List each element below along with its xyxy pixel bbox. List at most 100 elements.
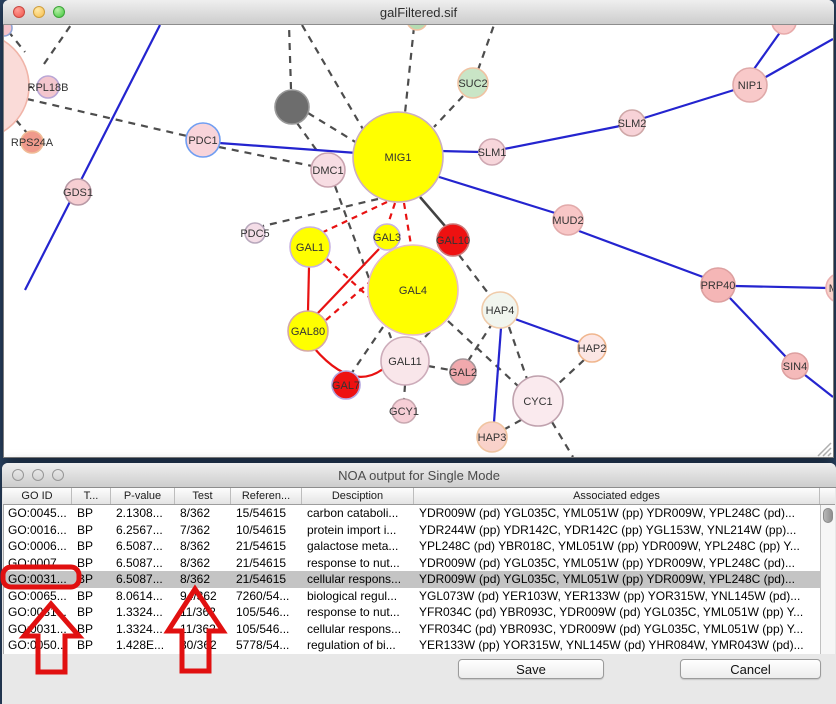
node-HAP2-label: HAP2 <box>578 343 607 355</box>
cell-desciption: response to nut... <box>303 604 415 621</box>
cell-desciption: cellular respons... <box>303 571 415 588</box>
cell-test: 8/362 <box>176 571 232 588</box>
cell-p_value: 8.0614... <box>112 588 176 605</box>
table-row[interactable]: GO:0065...BP8.0614...94/3627260/54...bio… <box>4 588 820 605</box>
cell-associated_edges: YDR009W (pd) YGL035C, YML051W (pp) YDR00… <box>415 555 820 572</box>
network-window-titlebar[interactable]: galFiltered.sif <box>3 0 834 25</box>
node-SIN4-label: SIN4 <box>783 361 807 373</box>
table-row[interactable]: GO:0031...BP1.3324...11/362105/546...res… <box>4 604 820 621</box>
cell-reference: 21/54615 <box>232 571 303 588</box>
save-button[interactable]: Save <box>458 659 604 679</box>
table-row[interactable]: GO:0031...BP1.3324...11/362105/546...cel… <box>4 621 820 638</box>
table-row[interactable]: GO:0045...BP2.1308...8/36215/54615carbon… <box>4 505 820 522</box>
graph-edge <box>494 328 501 422</box>
cell-go_id: GO:0016... <box>4 522 73 539</box>
noa-output-window: NOA output for Single Mode GO IDT...P-va… <box>2 463 836 704</box>
cell-test: 80/362 <box>176 637 232 654</box>
graph-edge <box>509 327 527 379</box>
noa-window-titlebar[interactable]: NOA output for Single Mode <box>2 463 836 488</box>
graph-edge <box>16 120 27 133</box>
network-canvas[interactable]: RPL18BRPS24AGDS1PDC1DMC1MIG1SUC2SLM1NIP1… <box>3 25 834 458</box>
graph-edge <box>552 422 573 457</box>
cell-go_id: GO:0031... <box>4 604 73 621</box>
graph-edge <box>289 25 291 89</box>
node-GDS1-label: GDS1 <box>63 187 93 199</box>
node-GAL10-label: GAL10 <box>436 235 470 247</box>
graph-edge <box>308 267 309 311</box>
cell-associated_edges: YDR009W (pd) YGL035C, YML051W (pp) YDR00… <box>415 571 820 588</box>
minimize-button[interactable] <box>33 6 45 18</box>
cell-test: 8/362 <box>176 555 232 572</box>
node-large-left[interactable] <box>4 33 29 139</box>
cell-p_value: 2.1308... <box>112 505 176 522</box>
cell-reference: 15/54615 <box>232 505 303 522</box>
inactive-traffic-lights <box>12 463 64 487</box>
resize-grip[interactable] <box>818 443 831 456</box>
scrollbar-thumb[interactable] <box>823 508 833 523</box>
cell-associated_edges: YER133W (pp) YOR315W, YNL145W (pd) YHR08… <box>415 637 820 654</box>
node-MSN-clipped-label: MSN <box>829 283 833 295</box>
node-CYC1-label: CYC1 <box>523 396 552 408</box>
cell-reference: 10/54615 <box>232 522 303 539</box>
close-button[interactable] <box>12 469 24 481</box>
graph-edge <box>351 327 383 374</box>
cell-test: 8/362 <box>176 505 232 522</box>
node-green-top[interactable] <box>407 25 427 30</box>
cell-go_id: GO:0065... <box>4 588 73 605</box>
node-DMC1-label: DMC1 <box>312 165 343 177</box>
graph-edge <box>405 27 414 113</box>
cell-type: BP <box>73 571 112 588</box>
graph-edge <box>219 147 312 166</box>
minimize-button[interactable] <box>32 469 44 481</box>
graph-edge <box>515 319 579 342</box>
table-row[interactable]: GO:0007...BP6.5087...8/36221/54615respon… <box>4 555 820 572</box>
table-header-row: GO IDT...P-valueTestReferen...Desciption… <box>3 488 835 505</box>
cell-go_id: GO:0031... <box>4 621 73 638</box>
graph-edge <box>404 203 411 245</box>
cell-p_value: 6.2567... <box>112 522 176 539</box>
node-GAL2-label: GAL2 <box>449 367 477 379</box>
cell-desciption: biological regul... <box>303 588 415 605</box>
node-pink-top[interactable] <box>772 25 796 34</box>
cell-go_id: GO:0050... <box>4 637 73 654</box>
graph-edge <box>308 113 357 143</box>
graph-edge <box>302 25 367 136</box>
table-body: GO:0045...BP2.1308...8/36215/54615carbon… <box>3 505 820 654</box>
node-GAL7-label: GAL7 <box>332 380 360 392</box>
cancel-button[interactable]: Cancel <box>680 659 821 679</box>
node-RPL18B-label: RPL18B <box>28 82 69 94</box>
node-PDC5-label: PDC5 <box>240 228 269 240</box>
column-header-pvalue[interactable]: P-value <box>111 488 175 504</box>
vertical-scrollbar[interactable] <box>820 505 835 654</box>
node-MIG1-label: MIG1 <box>385 152 412 164</box>
graph-edge <box>557 360 584 385</box>
cell-reference: 7260/54... <box>232 588 303 605</box>
node-SLM2-label: SLM2 <box>618 118 647 130</box>
table-row[interactable]: GO:0016...BP6.2567...7/36210/54615protei… <box>4 522 820 539</box>
network-window: galFiltered.sif RPL18BRPS24AGDS1PDC1DMC1… <box>3 0 834 458</box>
table-row[interactable]: GO:0006...BP6.5087...8/36221/54615galact… <box>4 538 820 555</box>
close-button[interactable] <box>13 6 25 18</box>
graph-edge <box>44 25 71 64</box>
node-SUC2-label: SUC2 <box>458 78 487 90</box>
cell-reference: 21/54615 <box>232 538 303 555</box>
cell-go_id: GO:0045... <box>4 505 73 522</box>
column-header-desciption[interactable]: Desciption <box>302 488 414 504</box>
graph-edge <box>459 255 491 297</box>
column-header-t[interactable]: T... <box>72 488 111 504</box>
column-header-referen[interactable]: Referen... <box>231 488 302 504</box>
node-gray[interactable] <box>275 90 309 124</box>
table-row-selected[interactable]: GO:0031...BP6.5087...8/36221/54615cellul… <box>4 571 820 588</box>
node-GAL1-label: GAL1 <box>296 242 324 254</box>
column-header-test[interactable]: Test <box>175 488 231 504</box>
network-graph: RPL18BRPS24AGDS1PDC1DMC1MIG1SUC2SLM1NIP1… <box>4 25 833 457</box>
zoom-button[interactable] <box>52 469 64 481</box>
graph-edge <box>754 31 781 69</box>
cell-associated_edges: YFR034C (pd) YBR093C, YDR009W (pd) YGL03… <box>415 621 820 638</box>
zoom-button[interactable] <box>53 6 65 18</box>
column-header-goid[interactable]: GO ID <box>3 488 72 504</box>
graph-edge <box>764 39 833 78</box>
column-header-associatededges[interactable]: Associated edges <box>414 488 820 504</box>
cell-desciption: galactose meta... <box>303 538 415 555</box>
table-row[interactable]: GO:0050...BP1.428E...80/3625778/54...reg… <box>4 637 820 654</box>
